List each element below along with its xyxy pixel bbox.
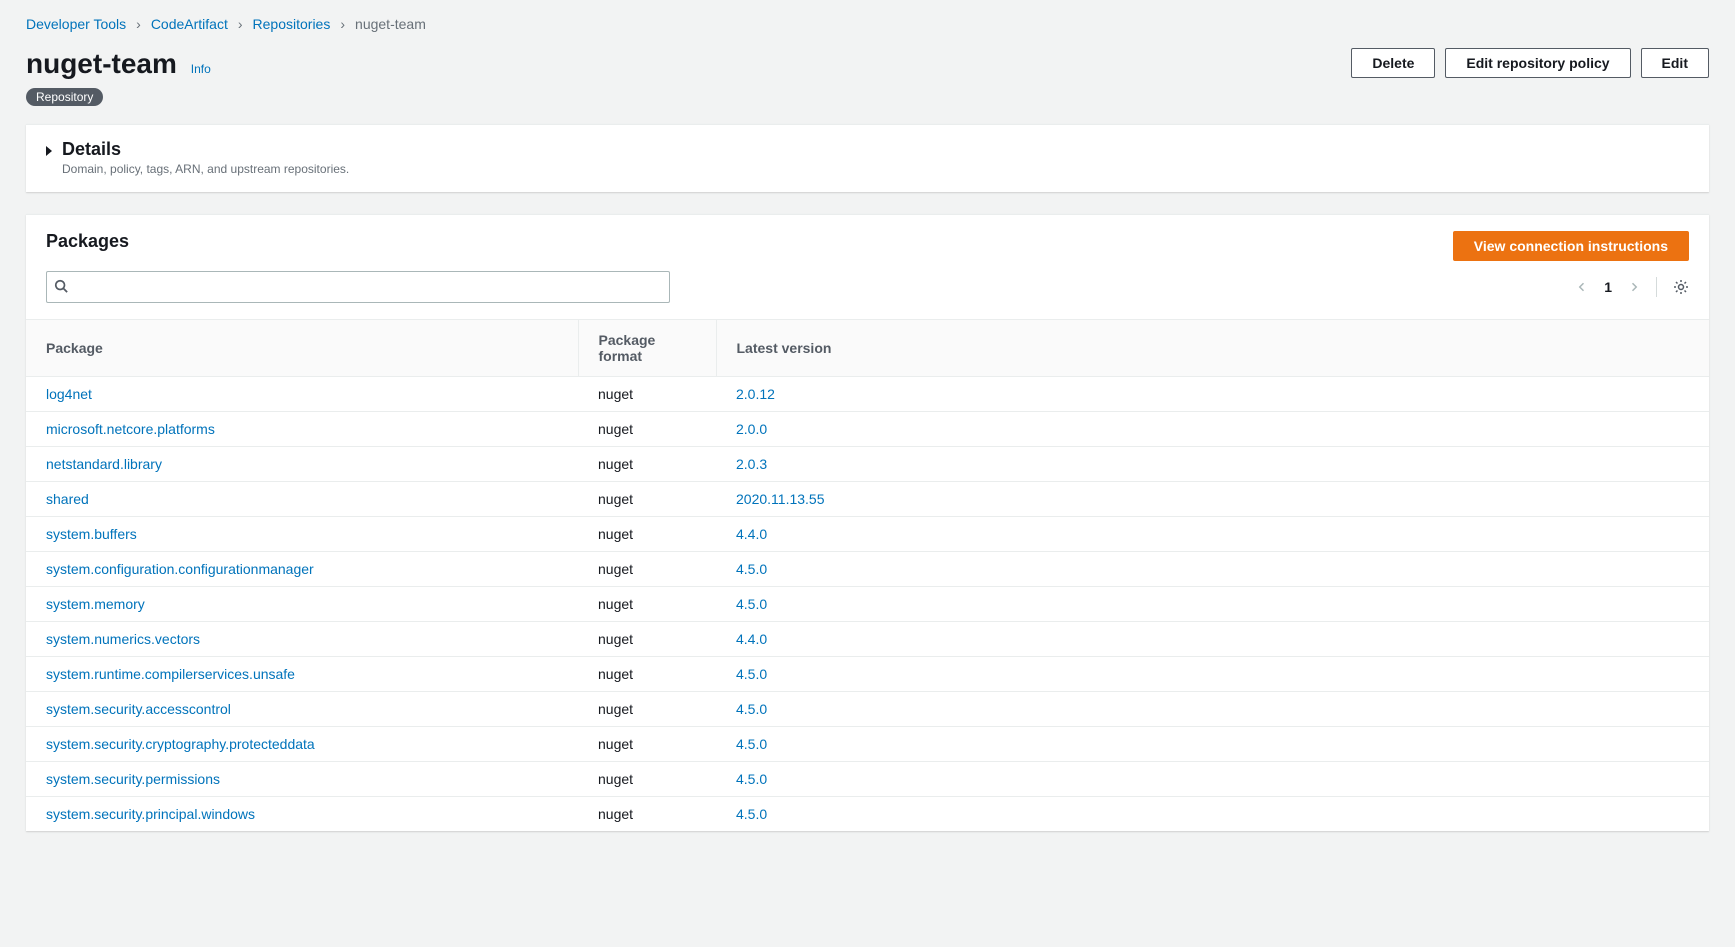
table-row: log4net nuget 2.0.12	[26, 377, 1709, 412]
table-row: system.security.accesscontrol nuget 4.5.0	[26, 692, 1709, 727]
details-toggle[interactable]: Details Domain, policy, tags, ARN, and u…	[26, 125, 1709, 192]
table-row: system.security.permissions nuget 4.5.0	[26, 762, 1709, 797]
details-subtitle: Domain, policy, tags, ARN, and upstream …	[62, 162, 349, 176]
edit-repository-policy-button[interactable]: Edit repository policy	[1445, 48, 1630, 78]
package-format: nuget	[578, 727, 716, 762]
divider	[1656, 277, 1657, 297]
version-link[interactable]: 4.5.0	[736, 666, 767, 682]
package-link[interactable]: system.numerics.vectors	[46, 631, 200, 647]
package-format: nuget	[578, 622, 716, 657]
package-format: nuget	[578, 552, 716, 587]
package-format: nuget	[578, 412, 716, 447]
version-link[interactable]: 4.5.0	[736, 561, 767, 577]
delete-button[interactable]: Delete	[1351, 48, 1435, 78]
chevron-right-icon: ›	[340, 16, 345, 32]
package-link[interactable]: system.memory	[46, 596, 145, 612]
package-link[interactable]: netstandard.library	[46, 456, 162, 472]
page-title: nuget-team	[26, 48, 177, 79]
table-row: system.runtime.compilerservices.unsafe nu…	[26, 657, 1709, 692]
chevron-right-icon[interactable]	[1628, 281, 1640, 293]
table-row: microsoft.netcore.platforms nuget 2.0.0	[26, 412, 1709, 447]
repository-badge: Repository	[26, 88, 103, 106]
chevron-right-icon: ›	[136, 16, 141, 32]
package-link[interactable]: microsoft.netcore.platforms	[46, 421, 215, 437]
breadcrumb-link[interactable]: Repositories	[253, 16, 331, 32]
packages-panel: Packages View connection instructions 1 …	[26, 214, 1709, 831]
pagination: 1	[1576, 277, 1689, 297]
version-link[interactable]: 4.4.0	[736, 631, 767, 647]
package-format: nuget	[578, 692, 716, 727]
details-panel: Details Domain, policy, tags, ARN, and u…	[26, 124, 1709, 192]
chevron-right-icon: ›	[238, 16, 243, 32]
info-link[interactable]: Info	[191, 62, 211, 76]
gear-icon[interactable]	[1673, 279, 1689, 295]
version-link[interactable]: 2.0.12	[736, 386, 775, 402]
packages-title: Packages	[46, 231, 129, 252]
version-link[interactable]: 4.5.0	[736, 771, 767, 787]
page-number: 1	[1604, 279, 1612, 295]
version-link[interactable]: 2.0.0	[736, 421, 767, 437]
breadcrumb-current: nuget-team	[355, 16, 426, 32]
version-link[interactable]: 2.0.3	[736, 456, 767, 472]
package-link[interactable]: shared	[46, 491, 89, 507]
version-link[interactable]: 4.5.0	[736, 806, 767, 822]
version-link[interactable]: 4.5.0	[736, 701, 767, 717]
package-link[interactable]: system.configuration.configurationmanage…	[46, 561, 314, 577]
package-link[interactable]: system.buffers	[46, 526, 137, 542]
search-icon	[54, 279, 68, 293]
version-link[interactable]: 4.5.0	[736, 596, 767, 612]
package-link[interactable]: system.security.cryptography.protectedda…	[46, 736, 315, 752]
table-row: shared nuget 2020.11.13.55	[26, 482, 1709, 517]
col-version[interactable]: Latest version	[716, 320, 1709, 377]
chevron-left-icon[interactable]	[1576, 281, 1588, 293]
package-format: nuget	[578, 762, 716, 797]
package-link[interactable]: system.security.permissions	[46, 771, 220, 787]
col-format[interactable]: Package format	[578, 320, 716, 377]
breadcrumb-link[interactable]: CodeArtifact	[151, 16, 228, 32]
package-format: nuget	[578, 657, 716, 692]
col-package[interactable]: Package	[26, 320, 578, 377]
table-row: system.numerics.vectors nuget 4.4.0	[26, 622, 1709, 657]
version-link[interactable]: 2020.11.13.55	[736, 491, 825, 507]
package-format: nuget	[578, 482, 716, 517]
package-format: nuget	[578, 377, 716, 412]
search-input[interactable]	[46, 271, 670, 303]
package-link[interactable]: system.runtime.compilerservices.unsafe	[46, 666, 295, 682]
table-row: system.security.principal.windows nuget 4.…	[26, 797, 1709, 832]
breadcrumb-link[interactable]: Developer Tools	[26, 16, 126, 32]
view-connection-instructions-button[interactable]: View connection instructions	[1453, 231, 1689, 261]
caret-right-icon	[46, 146, 52, 156]
package-link[interactable]: system.security.principal.windows	[46, 806, 255, 822]
version-link[interactable]: 4.4.0	[736, 526, 767, 542]
package-format: nuget	[578, 587, 716, 622]
package-link[interactable]: log4net	[46, 386, 92, 402]
edit-button[interactable]: Edit	[1641, 48, 1709, 78]
table-row: system.security.cryptography.protectedda…	[26, 727, 1709, 762]
package-format: nuget	[578, 797, 716, 832]
package-format: nuget	[578, 517, 716, 552]
version-link[interactable]: 4.5.0	[736, 736, 767, 752]
table-row: system.memory nuget 4.5.0	[26, 587, 1709, 622]
package-link[interactable]: system.security.accesscontrol	[46, 701, 231, 717]
details-title: Details	[62, 139, 349, 160]
table-row: system.buffers nuget 4.4.0	[26, 517, 1709, 552]
packages-table: Package Package format Latest version lo…	[26, 319, 1709, 831]
table-row: system.configuration.configurationmanage…	[26, 552, 1709, 587]
table-row: netstandard.library nuget 2.0.3	[26, 447, 1709, 482]
breadcrumb: Developer Tools › CodeArtifact › Reposit…	[0, 0, 1735, 42]
package-format: nuget	[578, 447, 716, 482]
